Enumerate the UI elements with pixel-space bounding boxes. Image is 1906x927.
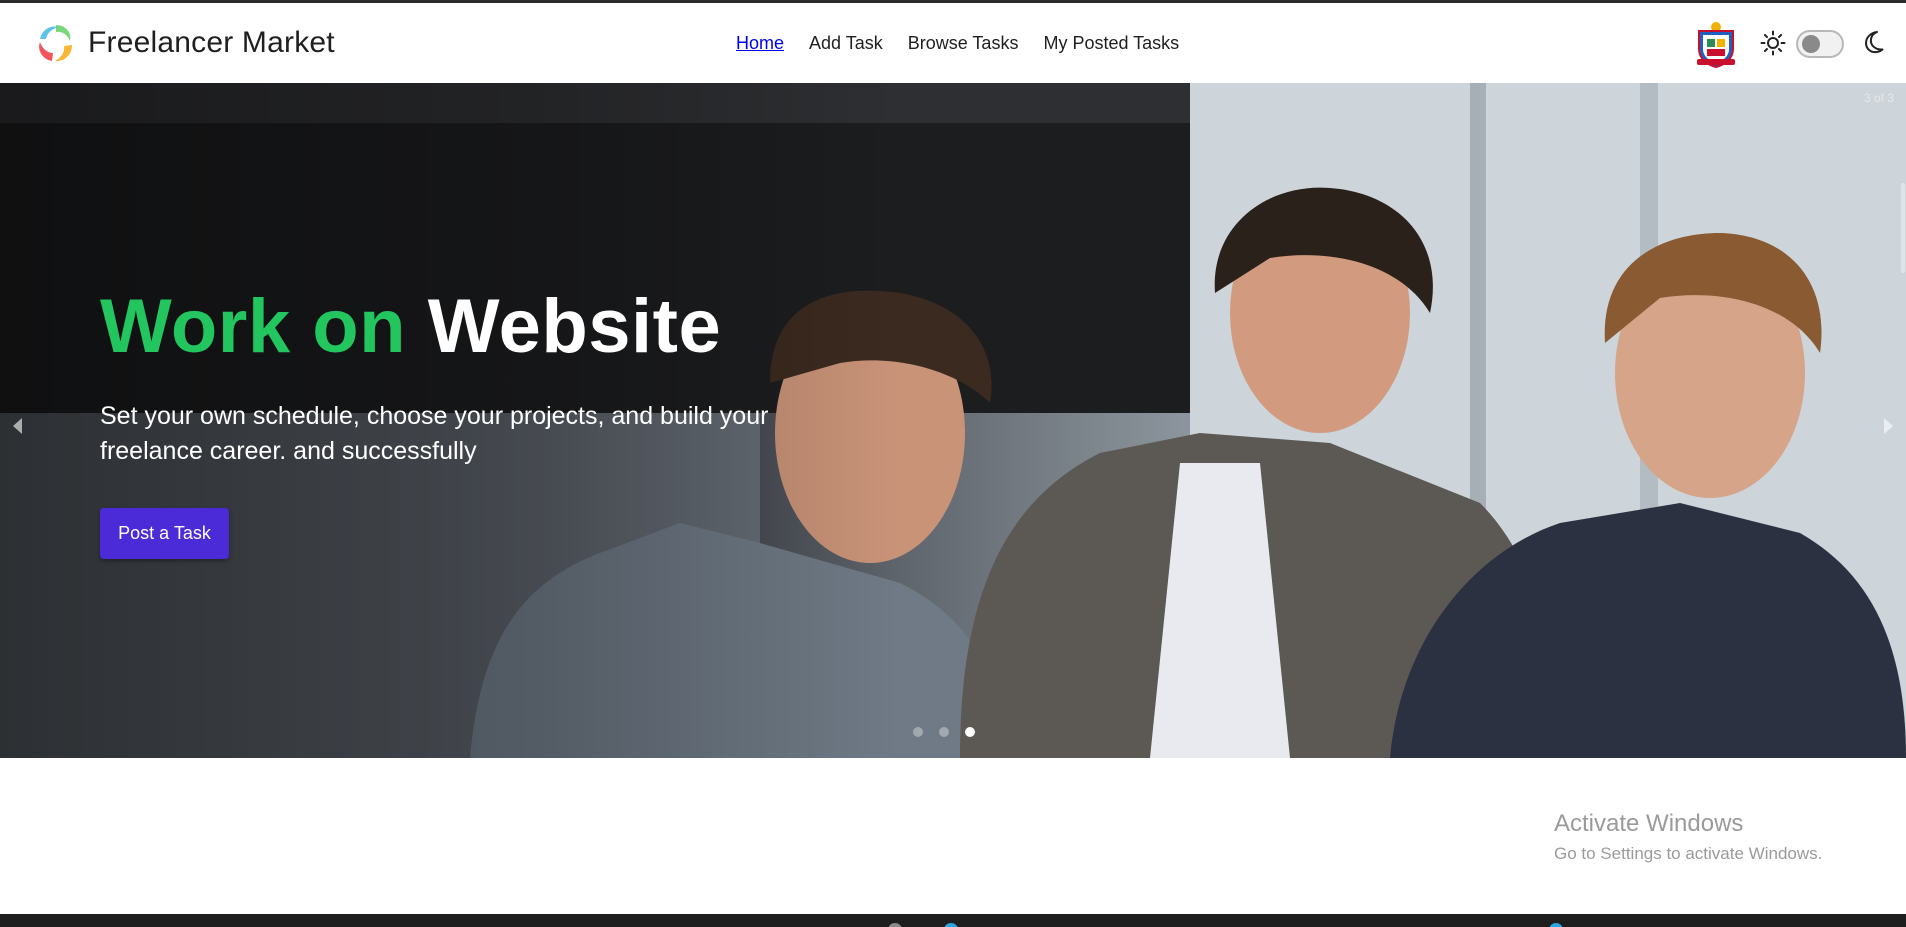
theme-toggle-knob	[1802, 35, 1820, 53]
taskbar-app-icon[interactable]	[1549, 923, 1563, 927]
activate-windows-watermark: Activate Windows Go to Settings to activ…	[1554, 810, 1822, 864]
taskbar-app-icon[interactable]	[888, 923, 902, 927]
brand[interactable]: Freelancer Market	[32, 19, 335, 67]
carousel-prev-arrow-icon[interactable]	[8, 413, 28, 439]
nav-link-home[interactable]: Home	[736, 33, 784, 54]
hero-title-rest: Website	[427, 284, 722, 369]
carousel-next-arrow-icon[interactable]	[1878, 413, 1898, 439]
hero-description: Set your own schedule, choose your proje…	[100, 402, 769, 465]
theme-toggle[interactable]	[1796, 30, 1844, 58]
moon-icon[interactable]	[1860, 29, 1886, 55]
carousel-dot-2[interactable]	[939, 727, 949, 737]
carousel-dot-1[interactable]	[913, 727, 923, 737]
swirl-logo-icon	[39, 25, 72, 62]
hero-title: Work on Website	[100, 283, 721, 370]
watermark-subtitle: Go to Settings to activate Windows.	[1554, 844, 1823, 863]
main-nav: Home Add Task Browse Tasks My Posted Tas…	[736, 33, 1179, 54]
carousel-dots	[913, 727, 975, 737]
carousel-dot-3[interactable]	[965, 727, 975, 737]
navbar: Freelancer Market Home Add Task Browse T…	[0, 3, 1906, 83]
nav-link-add-task[interactable]: Add Task	[809, 33, 883, 54]
crest-avatar-icon[interactable]	[1693, 19, 1739, 69]
page-scrollbar-thumb[interactable]	[1901, 183, 1905, 273]
sun-icon[interactable]	[1760, 30, 1786, 56]
hero-title-highlight: Work on	[100, 284, 407, 369]
nav-link-my-posted-tasks[interactable]: My Posted Tasks	[1043, 33, 1179, 54]
brand-name: Freelancer Market	[88, 26, 335, 59]
os-taskbar	[0, 914, 1906, 927]
taskbar-app-icon[interactable]	[944, 923, 958, 927]
watermark-title: Activate Windows	[1554, 810, 1744, 837]
post-a-task-button[interactable]: Post a Task	[100, 508, 229, 559]
nav-right-controls	[1676, 15, 1906, 75]
hero-carousel: 3 of 3 Work on Website Set your own sche…	[0, 83, 1906, 758]
slide-counter: 3 of 3	[1863, 91, 1894, 105]
nav-link-browse-tasks[interactable]: Browse Tasks	[908, 33, 1019, 54]
